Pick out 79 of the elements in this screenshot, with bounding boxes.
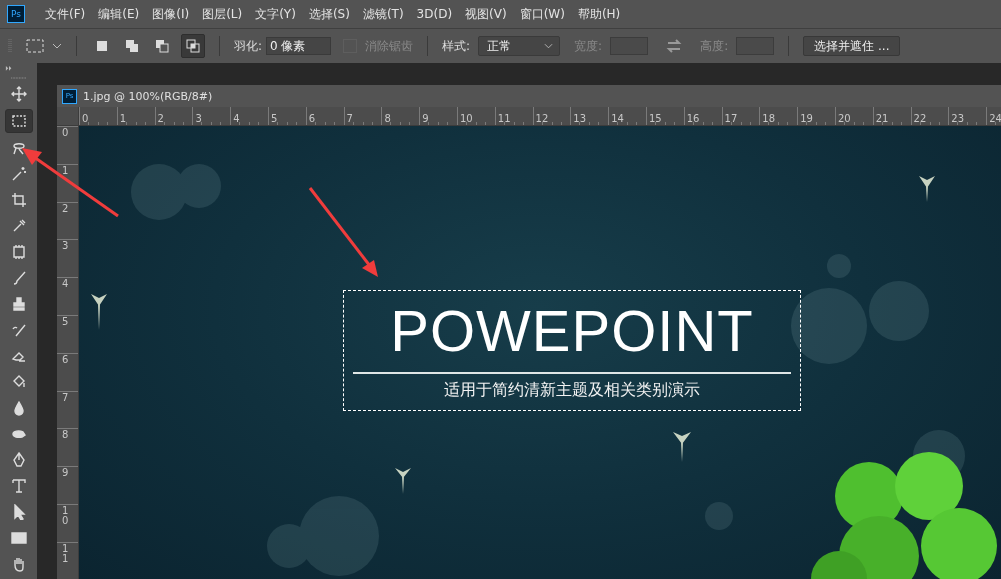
ruler-label: 5	[270, 113, 278, 124]
ruler-label: 7	[62, 392, 69, 403]
select-and-mask-button[interactable]: 选择并遮住 ...	[803, 36, 901, 56]
menu-item[interactable]: 图像(I)	[152, 5, 190, 23]
marquee-icon	[10, 113, 27, 129]
ruler-label: 19	[799, 113, 813, 124]
caret-icon	[544, 43, 554, 49]
menu-item[interactable]: 3D(D)	[416, 7, 453, 21]
pen-icon	[10, 452, 27, 468]
app-logo: Ps	[7, 5, 25, 23]
menu-item[interactable]: 滤镜(T)	[362, 5, 404, 23]
ruler-label: 18	[761, 113, 776, 124]
new-selection-icon	[95, 39, 109, 53]
ruler-label: 14	[610, 113, 624, 124]
crop-icon	[10, 192, 27, 208]
ruler-label: 8	[62, 430, 69, 441]
ruler-label: 21	[874, 113, 889, 124]
menu-item[interactable]: 视图(V)	[465, 5, 507, 23]
document-tab[interactable]: 1.jpg @ 100%(RGB/8#)	[83, 89, 213, 103]
ruler-label: 5	[62, 317, 69, 327]
collapse-icon[interactable]	[4, 66, 14, 71]
selection-mode-button[interactable]	[181, 34, 205, 58]
marquee-icon[interactable]	[26, 38, 44, 54]
ruler-label: 6	[307, 113, 316, 124]
feather-label: 羽化:	[234, 37, 263, 55]
rectangle-icon	[10, 530, 27, 546]
ruler-label: 16	[685, 113, 700, 124]
ruler-label: 3	[62, 241, 69, 252]
ruler-label: 15	[647, 113, 662, 124]
ruler-label: 1	[118, 113, 127, 124]
slide-title: POWEPOINT	[390, 297, 754, 365]
ruler-label: 0	[81, 113, 89, 124]
ruler-label: 12	[534, 113, 549, 124]
style-dropdown[interactable]: 正常	[478, 36, 561, 56]
ruler-label: 9	[421, 113, 429, 124]
ruler-label: 7	[345, 113, 353, 124]
wand-icon	[10, 166, 27, 182]
ruler-label: 4	[62, 279, 69, 290]
feather-field[interactable]: 0 像素	[266, 37, 332, 55]
style-label: 样式:	[442, 37, 471, 55]
swap-icon[interactable]	[666, 39, 683, 53]
ruler-label: 10	[62, 505, 69, 526]
menu-item[interactable]: 文件(F)	[45, 5, 86, 23]
lasso-icon	[10, 140, 27, 156]
ruler-label: 1	[62, 165, 69, 176]
menu-item[interactable]: 窗口(W)	[519, 5, 565, 23]
menu-item[interactable]: 文字(Y)	[255, 5, 296, 23]
marquee-tool-button[interactable]	[4, 109, 33, 133]
move-icon	[10, 86, 27, 102]
caret-icon[interactable]	[52, 43, 62, 49]
ruler-label: 11	[496, 113, 511, 124]
ruler-label: 4	[232, 113, 240, 124]
ruler-label: 17	[723, 113, 738, 124]
ruler-label: 10	[458, 113, 473, 124]
menu-item[interactable]: 帮助(H)	[577, 5, 621, 23]
history-icon	[10, 322, 27, 338]
ruler-label: 2	[156, 113, 164, 124]
menu-item[interactable]: 编辑(E)	[98, 5, 140, 23]
menu-item[interactable]: 图层(L)	[202, 5, 243, 23]
subtract-selection-icon	[155, 39, 169, 53]
add-selection-icon	[125, 39, 139, 53]
menu-item[interactable]: 选择(S)	[308, 5, 350, 23]
ruler-label: 24	[988, 113, 1001, 124]
intersect-selection-icon	[186, 39, 200, 53]
type-icon	[10, 478, 27, 494]
ruler-label: 23	[950, 113, 965, 124]
ruler-label: 13	[572, 113, 587, 124]
ruler-label: 3	[194, 113, 202, 124]
stamp-icon	[10, 296, 27, 312]
ruler-label: 9	[62, 468, 69, 479]
ruler-label: 2	[62, 203, 69, 214]
ruler-label: 22	[912, 113, 927, 124]
ruler-label: 6	[62, 354, 69, 365]
slide-subtitle: 适用于简约清新主题及相关类别演示	[444, 380, 700, 401]
ruler-label: 11	[62, 543, 69, 564]
ruler-label: 8	[383, 113, 391, 124]
patch-icon	[10, 244, 27, 260]
ruler-label: 0	[62, 128, 69, 138]
ruler-label: 20	[836, 113, 851, 124]
